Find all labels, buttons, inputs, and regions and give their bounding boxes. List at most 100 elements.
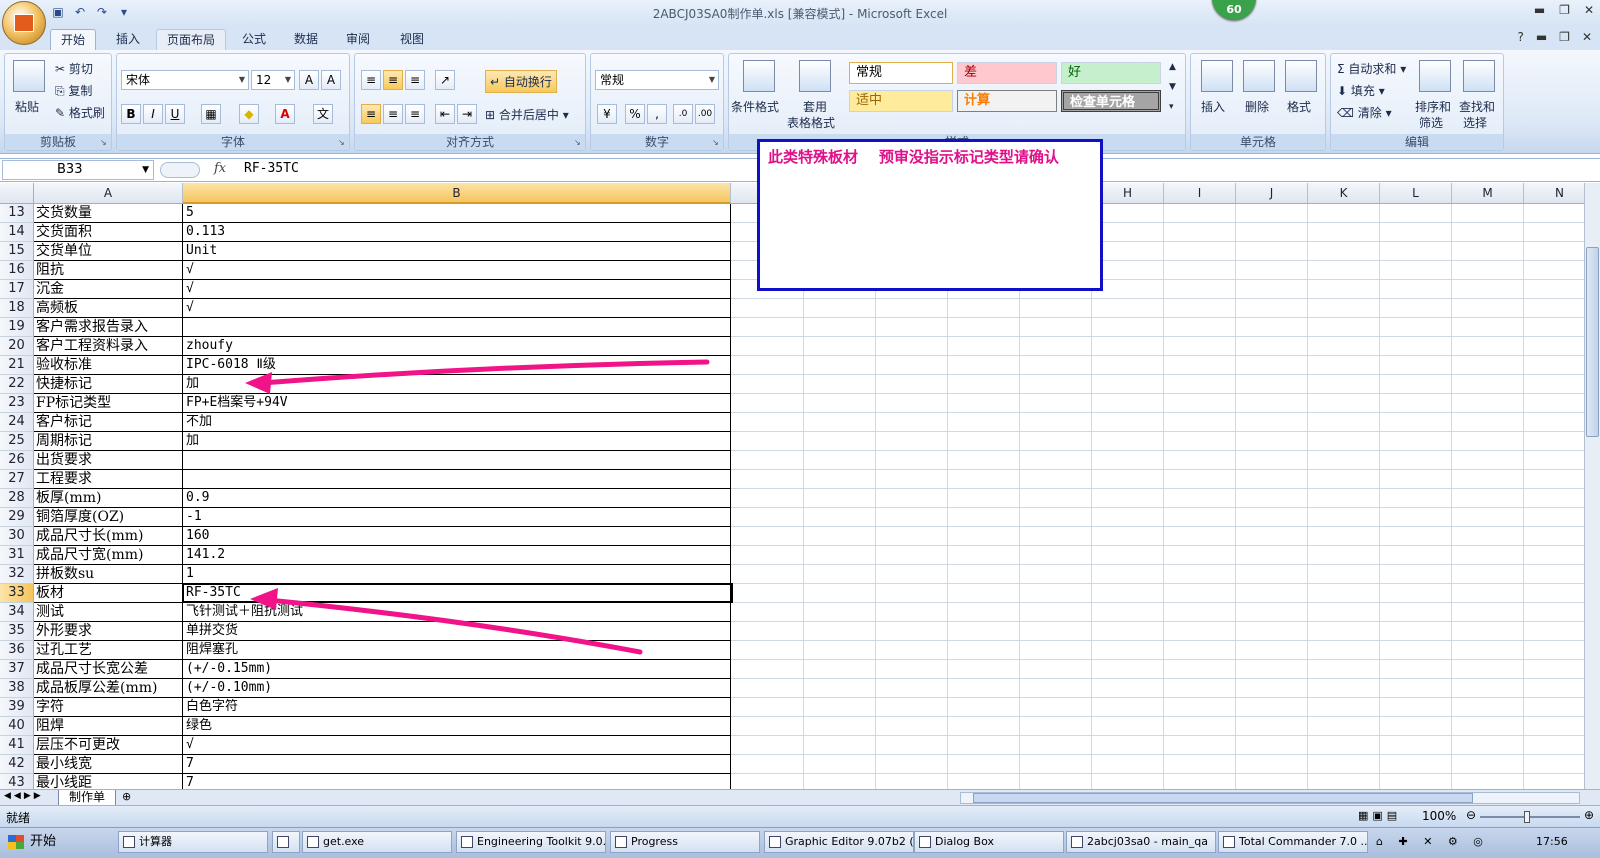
column-header-l[interactable]: L xyxy=(1380,183,1452,204)
cell-a[interactable]: 高频板 xyxy=(34,299,183,318)
decrease-indent-icon[interactable]: ⇤ xyxy=(435,104,455,124)
row-header[interactable]: 32 xyxy=(0,565,34,584)
row-header[interactable]: 24 xyxy=(0,413,34,432)
cell-b[interactable]: 1 xyxy=(183,565,731,584)
cell-a[interactable]: 测试 xyxy=(34,603,183,622)
cut-button[interactable]: ✂ 剪切 xyxy=(55,60,93,77)
cell-a[interactable]: 周期标记 xyxy=(34,432,183,451)
tab-home[interactable]: 开始 xyxy=(50,29,97,50)
row-header[interactable]: 41 xyxy=(0,736,34,755)
sort-filter-line1[interactable]: 排序和 xyxy=(1415,98,1451,115)
cell-b[interactable]: √ xyxy=(183,736,731,755)
decrease-decimal-icon[interactable]: .00 xyxy=(695,104,715,124)
task-engineering-toolkit[interactable]: Engineering Toolkit 9.0... xyxy=(456,831,606,853)
style-normal[interactable]: 常规 xyxy=(849,62,953,84)
tab-data[interactable]: 数据 xyxy=(284,29,328,50)
number-launcher-icon[interactable]: ↘ xyxy=(712,138,721,147)
redo-icon[interactable]: ↷ xyxy=(94,4,110,20)
task-app-icon[interactable] xyxy=(272,831,300,853)
align-middle-icon[interactable]: ≡ xyxy=(383,70,403,90)
cell-b[interactable]: 飞针测试＋阻抗测试 xyxy=(183,603,731,622)
row-header[interactable]: 25 xyxy=(0,432,34,451)
row-header[interactable]: 19 xyxy=(0,318,34,337)
tab-formulas[interactable]: 公式 xyxy=(232,29,276,50)
sort-filter-line2[interactable]: 筛选 xyxy=(1419,114,1443,131)
row-header[interactable]: 18 xyxy=(0,299,34,318)
close-icon[interactable]: ✕ xyxy=(1584,3,1594,17)
zoom-slider-thumb[interactable] xyxy=(1524,811,1530,823)
cell-b[interactable]: (+/-0.15mm) xyxy=(183,660,731,679)
find-select-icon[interactable] xyxy=(1463,60,1495,92)
task-progress[interactable]: Progress xyxy=(610,831,760,853)
align-center-icon[interactable]: ≡ xyxy=(383,104,403,124)
cell-a[interactable]: 成品尺寸长(mm) xyxy=(34,527,183,546)
insert-cells-icon[interactable] xyxy=(1201,60,1233,92)
formula-bar-expand-button[interactable] xyxy=(160,162,200,178)
row-header[interactable]: 34 xyxy=(0,603,34,622)
increase-decimal-icon[interactable]: .0 xyxy=(673,104,693,124)
cell-a[interactable]: 拼板数su xyxy=(34,565,183,584)
cell-a[interactable]: 过孔工艺 xyxy=(34,641,183,660)
column-header-i[interactable]: I xyxy=(1164,183,1236,204)
cell-a[interactable]: 成品板厚公差(mm) xyxy=(34,679,183,698)
task-main-qa[interactable]: 2abcj03sa0 - main_qa xyxy=(1066,831,1216,853)
column-header-n[interactable]: N xyxy=(1524,183,1584,204)
conditional-format-icon[interactable] xyxy=(743,60,775,92)
cell-a[interactable]: 最小线距 xyxy=(34,774,183,789)
cell-b[interactable]: 不加 xyxy=(183,413,731,432)
row-header[interactable]: 29 xyxy=(0,508,34,527)
cell-b[interactable] xyxy=(183,470,731,489)
undo-icon[interactable]: ↶ xyxy=(72,4,88,20)
doc-close-icon[interactable]: ✕ xyxy=(1582,30,1592,44)
tab-review[interactable]: 审阅 xyxy=(336,29,380,50)
column-header-k[interactable]: K xyxy=(1308,183,1380,204)
italic-button[interactable]: I xyxy=(143,104,163,124)
cell-a[interactable]: 层压不可更改 xyxy=(34,736,183,755)
row-header[interactable]: 28 xyxy=(0,489,34,508)
cell-a[interactable]: 字符 xyxy=(34,698,183,717)
alignment-launcher-icon[interactable]: ↘ xyxy=(574,138,583,147)
tray-icons[interactable]: ⌂ ✚ ✕ ⚙ ◎ xyxy=(1376,835,1489,848)
cell-a[interactable]: 外形要求 xyxy=(34,622,183,641)
style-good[interactable]: 好 xyxy=(1061,62,1161,84)
fill-button[interactable]: ⬇ 填充 ▾ xyxy=(1337,82,1385,99)
orientation-icon[interactable]: ↗ xyxy=(435,70,455,90)
cell-b[interactable]: 0.9 xyxy=(183,489,731,508)
insert-cells-button[interactable]: 插入 xyxy=(1201,98,1225,115)
merge-center-button[interactable]: ⊞ 合并后居中 ▾ xyxy=(485,106,569,123)
cell-b[interactable]: 阻焊塞孔 xyxy=(183,641,731,660)
currency-icon[interactable]: ¥ xyxy=(597,104,617,124)
cell-a[interactable]: 阻抗 xyxy=(34,261,183,280)
task-graphic-editor[interactable]: Graphic Editor 9.07b2 (... xyxy=(764,831,914,853)
view-buttons-icon[interactable]: ▦▣▤ xyxy=(1358,809,1401,822)
cell-a[interactable]: 交货面积 xyxy=(34,223,183,242)
help-icon[interactable]: ? xyxy=(1517,30,1523,44)
cell-b[interactable]: zhoufy xyxy=(183,337,731,356)
cell-b[interactable]: 绿色 xyxy=(183,717,731,736)
wrap-text-button[interactable]: ↵ 自动换行 xyxy=(485,70,557,93)
font-size-select[interactable]: 12 ▼ xyxy=(251,70,295,90)
row-header[interactable]: 36 xyxy=(0,641,34,660)
formula-input[interactable]: RF-35TC xyxy=(244,161,299,176)
style-calculation[interactable]: 计算 xyxy=(957,90,1057,112)
row-header[interactable]: 42 xyxy=(0,755,34,774)
row-header[interactable]: 40 xyxy=(0,717,34,736)
cell-b[interactable]: 加 xyxy=(183,432,731,451)
format-cells-icon[interactable] xyxy=(1285,60,1317,92)
cell-b[interactable] xyxy=(183,451,731,470)
column-header-b[interactable]: B xyxy=(183,183,731,204)
start-button[interactable]: 开始 xyxy=(2,831,78,853)
cell-b[interactable] xyxy=(183,318,731,337)
tab-page-layout[interactable]: 页面布局 xyxy=(156,29,227,50)
row-header[interactable]: 21 xyxy=(0,356,34,375)
cell-a[interactable]: 客户工程资料录入 xyxy=(34,337,183,356)
style-bad[interactable]: 差 xyxy=(957,62,1057,84)
cell-a[interactable]: 交货单位 xyxy=(34,242,183,261)
align-bottom-icon[interactable]: ≡ xyxy=(405,70,425,90)
style-check-cell[interactable]: 检查单元格 xyxy=(1061,90,1161,112)
office-button[interactable] xyxy=(2,1,46,45)
row-header[interactable]: 14 xyxy=(0,223,34,242)
find-select-line2[interactable]: 选择 xyxy=(1463,114,1487,131)
format-cells-button[interactable]: 格式 xyxy=(1287,98,1311,115)
cell-a[interactable]: 出货要求 xyxy=(34,451,183,470)
